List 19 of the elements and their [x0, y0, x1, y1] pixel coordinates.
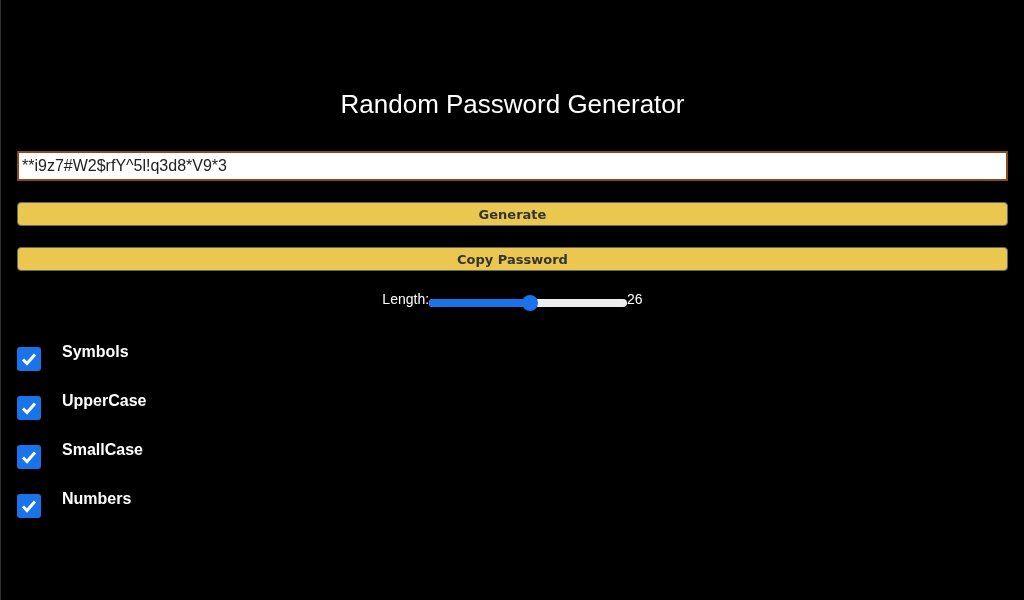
option-label: Numbers: [62, 490, 132, 508]
option-label: UpperCase: [62, 392, 147, 410]
copy-button[interactable]: Copy Password: [17, 247, 1008, 271]
check-icon: [21, 450, 37, 464]
checkbox[interactable]: [17, 396, 41, 420]
page-title: Random Password Generator: [339, 88, 686, 121]
checkbox[interactable]: [17, 494, 41, 518]
generate-button[interactable]: Generate: [17, 202, 1008, 226]
checkbox[interactable]: [17, 347, 41, 371]
option-label: Symbols: [62, 343, 129, 361]
password-field[interactable]: **i9z7#W2$rfY^5l!q3d8*V9*3: [17, 151, 1008, 181]
length-value: 26: [627, 291, 643, 307]
option-label: SmallCase: [62, 441, 143, 459]
length-label: Length:: [382, 291, 430, 307]
check-icon: [21, 401, 37, 415]
checkbox[interactable]: [17, 445, 41, 469]
check-icon: [21, 499, 37, 513]
slider-thumb[interactable]: [522, 295, 539, 311]
check-icon: [21, 352, 37, 366]
